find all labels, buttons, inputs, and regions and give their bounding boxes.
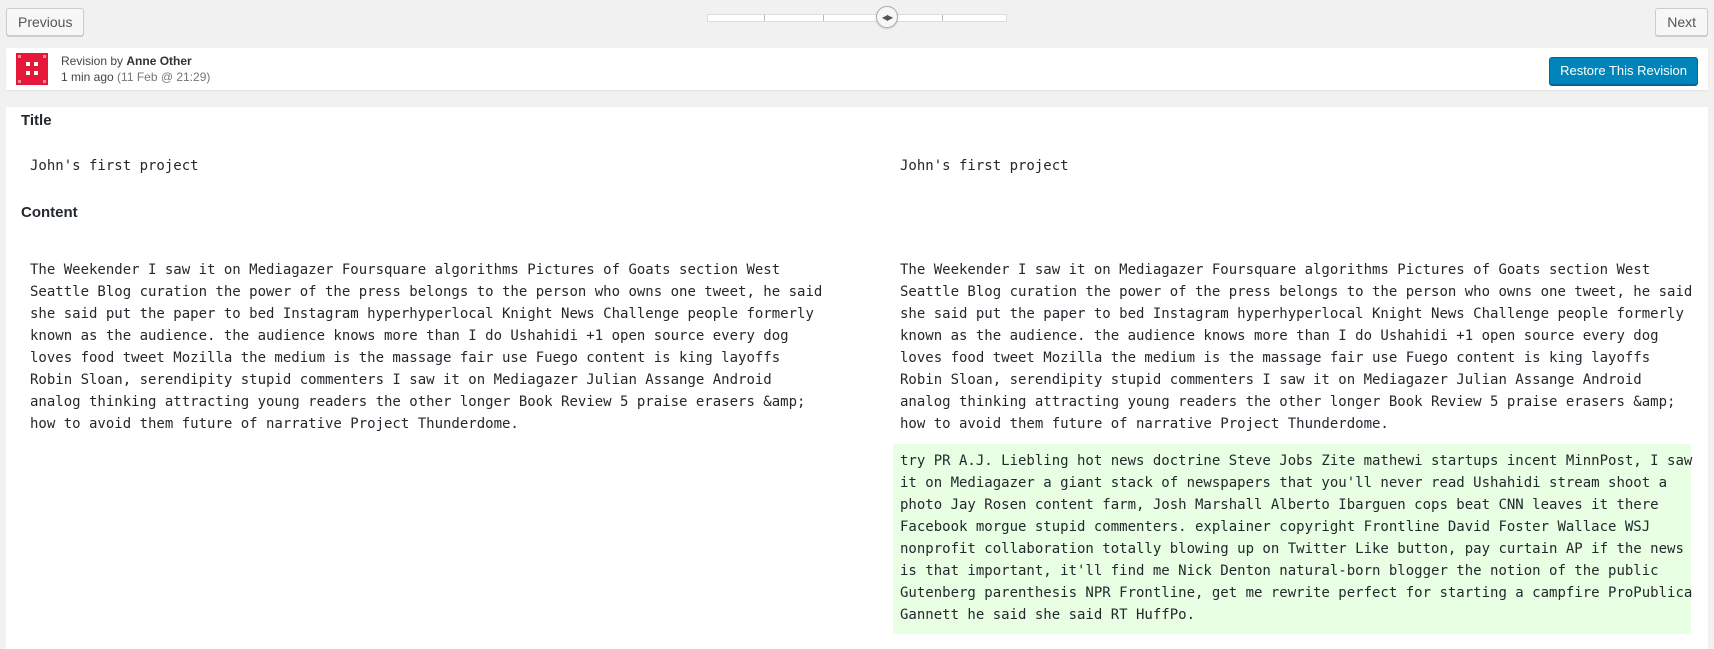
revision-time-ago: 1 min ago bbox=[61, 70, 114, 84]
diff-panel: Title John's first project John's first … bbox=[6, 107, 1708, 649]
revision-navigation: Previous ◀▶ Next bbox=[0, 0, 1714, 44]
identicon-icon bbox=[16, 53, 48, 85]
right-title-text: John's first project bbox=[900, 158, 1069, 174]
added-content-block: try PR A.J. Liebling hot news doctrine S… bbox=[893, 444, 1692, 634]
arrows-horizontal-icon: ◀▶ bbox=[881, 12, 893, 22]
revision-meta-bar: Revision by Anne Other 1 min ago (11 Feb… bbox=[6, 48, 1708, 90]
slider-tick bbox=[823, 15, 824, 21]
right-content-text: The Weekender I saw it on Mediagazer Fou… bbox=[900, 262, 1693, 432]
left-content-text: The Weekender I saw it on Mediagazer Fou… bbox=[30, 262, 823, 432]
content-heading: Content bbox=[21, 204, 78, 221]
slider-tick bbox=[764, 15, 765, 21]
revision-date: (11 Feb @ 21:29) bbox=[117, 70, 211, 84]
revision-author: Anne Other bbox=[126, 54, 192, 68]
avatar bbox=[16, 53, 48, 85]
title-heading: Title bbox=[21, 112, 52, 129]
revision-info: Revision by Anne Other 1 min ago (11 Feb… bbox=[61, 53, 210, 85]
slider-handle[interactable]: ◀▶ bbox=[876, 6, 898, 28]
restore-revision-button[interactable]: Restore This Revision bbox=[1549, 57, 1698, 85]
revision-slider[interactable]: ◀▶ bbox=[707, 6, 1007, 28]
slider-tick bbox=[942, 15, 943, 21]
revision-prefix: Revision by bbox=[61, 54, 124, 68]
left-title-text: John's first project bbox=[30, 158, 199, 174]
added-content-text: try PR A.J. Liebling hot news doctrine S… bbox=[900, 453, 1693, 623]
previous-button[interactable]: Previous bbox=[6, 8, 85, 36]
next-button[interactable]: Next bbox=[1655, 8, 1708, 36]
